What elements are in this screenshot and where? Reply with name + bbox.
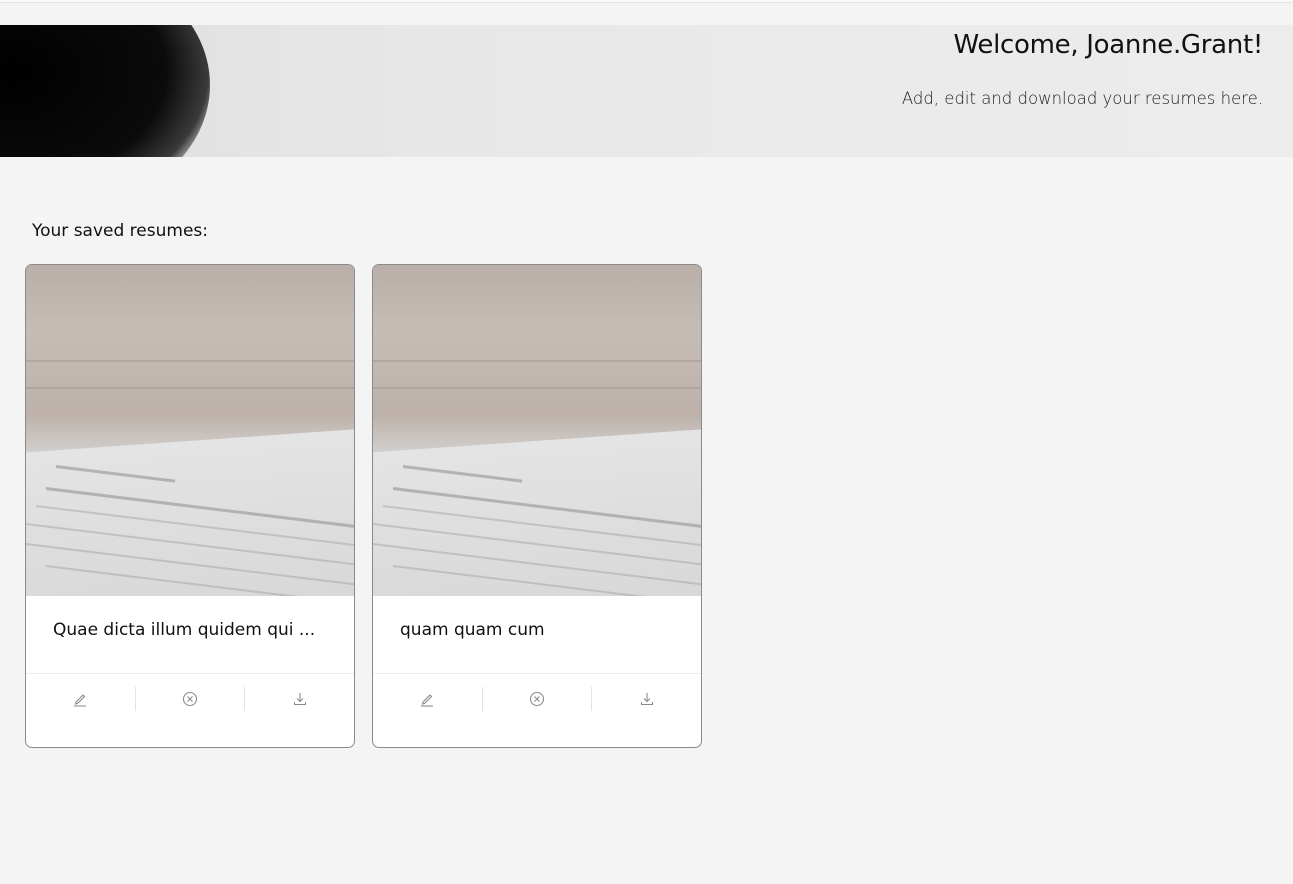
top-border — [0, 0, 1293, 3]
download-button[interactable] — [592, 687, 701, 711]
download-icon — [293, 693, 306, 706]
delete-icon — [529, 691, 545, 707]
resume-actions — [373, 674, 701, 724]
delete-button[interactable] — [483, 687, 593, 711]
resume-card[interactable]: Quae dicta illum quidem qui ... — [25, 264, 355, 748]
hero-banner: Welcome, Joanne.Grant! Add, edit and dow… — [0, 25, 1293, 157]
download-button[interactable] — [245, 687, 354, 711]
delete-button[interactable] — [136, 687, 246, 711]
edit-button[interactable] — [373, 687, 483, 711]
delete-icon — [182, 691, 198, 707]
page-title: Welcome, Joanne.Grant! — [953, 30, 1264, 60]
saved-resumes-label: Your saved resumes: — [32, 221, 208, 241]
edit-icon — [74, 694, 87, 707]
resume-title[interactable]: Quae dicta illum quidem qui ... — [26, 596, 354, 674]
edit-button[interactable] — [26, 687, 136, 711]
resume-title[interactable]: quam quam cum — [373, 596, 701, 674]
page-subtitle: Add, edit and download your resumes here… — [901, 89, 1263, 108]
edit-icon — [421, 694, 434, 707]
download-icon — [640, 693, 653, 706]
resume-thumbnail — [26, 265, 354, 596]
resume-actions — [26, 674, 354, 724]
resume-card[interactable]: quam quam cum — [372, 264, 702, 748]
resume-thumbnail — [373, 265, 701, 596]
hero-decorative-shape — [0, 25, 210, 157]
